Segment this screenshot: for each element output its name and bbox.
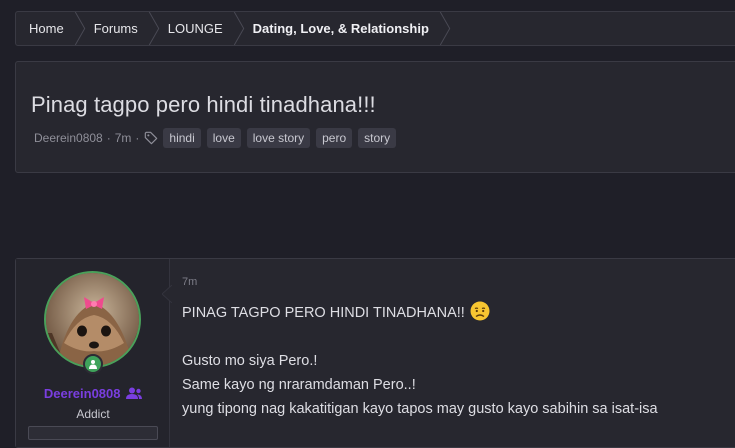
breadcrumb-dating-love-relationship[interactable]: Dating, Love, & Relationship bbox=[239, 12, 451, 45]
post-line-text: PINAG TAGPO PERO HINDI TINADHANA!! bbox=[182, 305, 465, 321]
breadcrumb-home[interactable]: Home bbox=[16, 12, 85, 45]
post-username[interactable]: Deerein0808 bbox=[16, 386, 170, 401]
sad-face-icon bbox=[470, 301, 490, 321]
user-title: Addict bbox=[76, 407, 110, 421]
breadcrumb-forums[interactable]: Forums bbox=[80, 12, 160, 45]
user-online-icon bbox=[89, 360, 97, 369]
meta-separator: · bbox=[135, 131, 140, 145]
post-time-link[interactable]: 7m bbox=[182, 276, 197, 288]
post-body: 7m PINAG TAGPO PERO HINDI TINADHANA!! Gu… bbox=[182, 259, 735, 447]
tag-hindi[interactable]: hindi bbox=[163, 128, 201, 148]
thread-time-link[interactable]: 7m bbox=[115, 131, 132, 145]
online-status-badge bbox=[83, 354, 103, 374]
tag-love-story[interactable]: love story bbox=[246, 128, 311, 148]
thread-header: Pinag tagpo pero hindi tinadhana!!! Deer… bbox=[15, 61, 735, 173]
post-content: PINAG TAGPO PERO HINDI TINADHANA!! Gusto… bbox=[182, 301, 658, 421]
breadcrumb-label: Dating, Love, & Relationship bbox=[252, 21, 429, 36]
breadcrumb-lounge[interactable]: LOUNGE bbox=[154, 12, 244, 45]
breadcrumb-label: Home bbox=[29, 21, 64, 36]
breadcrumb-label: Forums bbox=[93, 21, 138, 36]
post-user-panel: Deerein0808 Addict bbox=[16, 259, 170, 447]
tag-icon bbox=[145, 131, 158, 145]
tag-story[interactable]: story bbox=[358, 128, 397, 148]
user-banner bbox=[28, 426, 158, 440]
post-arrow bbox=[162, 285, 172, 303]
breadcrumb: Home Forums LOUNGE Dating, Love, & Relat… bbox=[15, 11, 735, 46]
username-text: Deerein0808 bbox=[43, 386, 121, 401]
thread-title: Pinag tagpo pero hindi tinadhana!!! bbox=[31, 92, 376, 117]
breadcrumb-label: LOUNGE bbox=[167, 21, 223, 36]
meta-separator: · bbox=[106, 131, 111, 145]
post-line: yung tipong nag kakatitigan kayo tapos m… bbox=[182, 401, 658, 417]
thread-author-link[interactable]: Deerein0808 bbox=[34, 131, 103, 145]
chevron-right-icon bbox=[439, 12, 451, 45]
thread-meta: Deerein0808 · 7m · hindi love love story… bbox=[34, 128, 402, 148]
post: Deerein0808 Addict 7m PINAG TAGPO PERO H… bbox=[15, 258, 735, 448]
user-group-icon bbox=[126, 387, 143, 399]
tag-pero[interactable]: pero bbox=[316, 128, 353, 148]
post-line: Gusto mo siya Pero.! bbox=[182, 353, 318, 369]
tag-love[interactable]: love bbox=[206, 128, 241, 148]
post-line: Same kayo ng nraramdaman Pero..! bbox=[182, 377, 416, 393]
post-line: PINAG TAGPO PERO HINDI TINADHANA!! bbox=[182, 301, 658, 325]
